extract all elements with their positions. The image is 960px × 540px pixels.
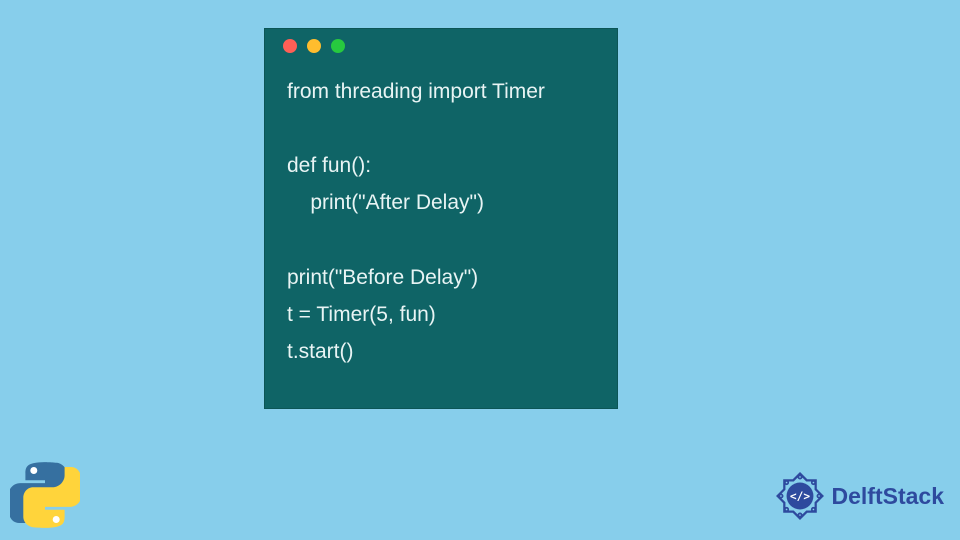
maximize-icon[interactable] xyxy=(331,39,345,53)
close-icon[interactable] xyxy=(283,39,297,53)
code-window: from threading import Timer def fun(): p… xyxy=(264,28,618,409)
window-titlebar xyxy=(265,29,617,63)
svg-text:</>: </> xyxy=(789,490,809,503)
delftstack-badge-icon: </> xyxy=(772,468,828,524)
python-logo-icon xyxy=(10,460,80,530)
brand-text: DelftStack xyxy=(832,483,944,510)
minimize-icon[interactable] xyxy=(307,39,321,53)
delftstack-logo: </> DelftStack xyxy=(772,468,944,524)
code-block: from threading import Timer def fun(): p… xyxy=(265,63,617,390)
